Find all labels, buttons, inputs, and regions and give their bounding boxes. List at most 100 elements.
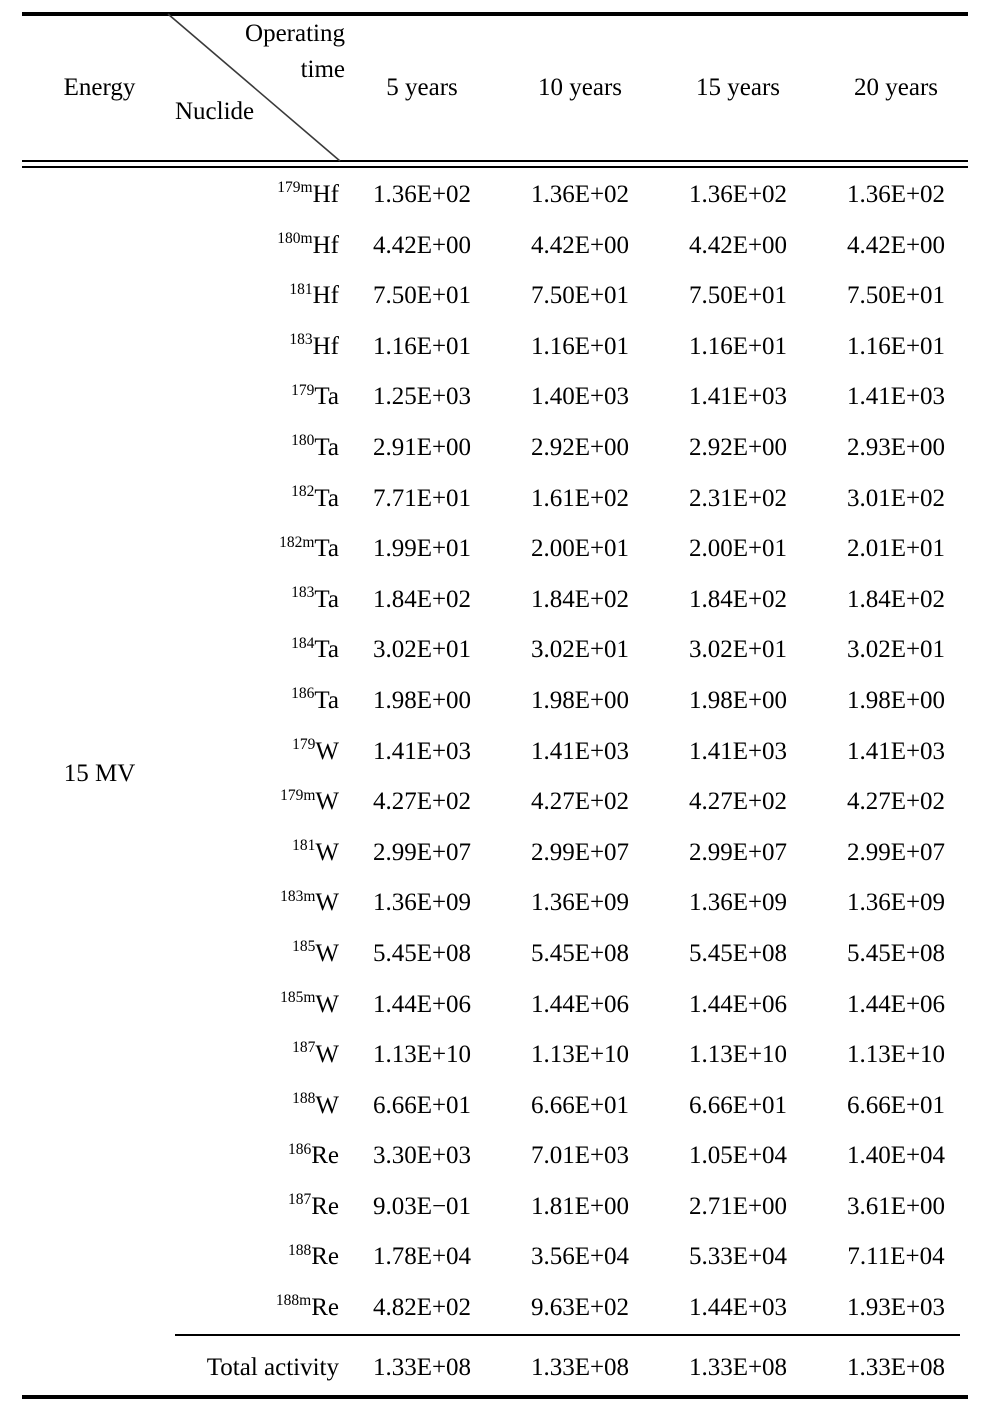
nuclide-element-symbol: Re <box>311 1142 339 1170</box>
activity-value-20y: 5.45E+08 <box>846 939 946 967</box>
activity-value-15y: 2.71E+00 <box>688 1192 788 1220</box>
activity-table: Energy Operating time Nuclide 5 years 10… <box>0 0 990 1413</box>
activity-value-20y: 1.36E+02 <box>846 181 946 208</box>
activity-value-10y: 1.36E+09 <box>530 889 630 917</box>
activity-value-20y: 2.99E+07 <box>846 838 946 866</box>
table-body: 179mHf 1.36E+02 1.36E+02 1.36E+02 1.36E+02 18… <box>0 170 990 1334</box>
activity-value-10y: 1.84E+02 <box>530 585 630 613</box>
activity-value-5y: 1.99E+01 <box>372 535 472 563</box>
table-row: 186Ta 1.98E+00 1.98E+00 1.98E+00 1.98E+00 <box>0 676 990 727</box>
header-column-20-years: 20 years <box>854 74 938 101</box>
activity-value-15y: 5.33E+04 <box>688 1243 788 1271</box>
nuclide-element-symbol: Ta <box>314 433 339 461</box>
total-activity-value-20y: 1.33E+08 <box>846 1354 946 1381</box>
activity-value-20y: 3.02E+01 <box>846 636 946 664</box>
activity-value-10y: 6.66E+01 <box>530 1091 630 1119</box>
nuclide-mass-number: 180 <box>291 432 315 450</box>
nuclide-element-symbol: Hf <box>312 181 339 208</box>
activity-value-20y: 1.41E+03 <box>846 383 946 411</box>
activity-value-10y: 1.41E+03 <box>530 737 630 765</box>
table-header: Energy Operating time Nuclide 5 years 10… <box>0 0 990 160</box>
nuclide-mass-number: 184 <box>291 634 315 652</box>
activity-value-10y: 7.50E+01 <box>530 282 630 310</box>
table-row: 182mTa 1.99E+01 2.00E+01 2.00E+01 2.01E+01 <box>0 524 990 575</box>
nuclide-mass-number: 186 <box>291 685 315 703</box>
nuclide-label: 183Ta <box>175 575 339 626</box>
activity-value-15y: 1.44E+03 <box>688 1294 788 1322</box>
nuclide-mass-number: 183 <box>289 331 313 349</box>
header-column-15-years: 15 years <box>696 74 780 101</box>
table-row: 188W 6.66E+01 6.66E+01 6.66E+01 6.66E+01 <box>0 1081 990 1132</box>
nuclide-mass-number: 181 <box>292 837 316 855</box>
nuclide-element-symbol: W <box>315 889 339 917</box>
activity-value-5y: 3.02E+01 <box>372 636 472 664</box>
activity-value-15y: 1.84E+02 <box>688 585 788 613</box>
table-row: 180mHf 4.42E+00 4.42E+00 4.42E+00 4.42E+00 <box>0 221 990 272</box>
header-rule-lower <box>22 166 968 168</box>
nuclide-element-symbol: Ta <box>314 484 339 512</box>
nuclide-element-symbol: W <box>315 1041 339 1069</box>
activity-value-15y: 6.66E+01 <box>688 1091 788 1119</box>
activity-value-15y: 2.92E+00 <box>688 433 788 461</box>
activity-value-20y: 1.41E+03 <box>846 737 946 765</box>
activity-value-5y: 7.71E+01 <box>372 484 472 512</box>
activity-value-10y: 1.40E+03 <box>530 383 630 411</box>
nuclide-label: 184Ta <box>175 625 339 676</box>
nuclide-label: 187W <box>175 1030 339 1081</box>
nuclide-mass-number: 179 <box>292 735 316 753</box>
nuclide-mass-number: 185m <box>280 988 316 1006</box>
activity-value-5y: 1.13E+10 <box>372 1041 472 1069</box>
table-row: 183Hf 1.16E+01 1.16E+01 1.16E+01 1.16E+01 <box>0 322 990 373</box>
table-row: 184Ta 3.02E+01 3.02E+01 3.02E+01 3.02E+01 <box>0 625 990 676</box>
nuclide-label: 183Hf <box>175 322 339 373</box>
nuclide-label: 179Ta <box>175 372 339 423</box>
header-column-5-years: 5 years <box>386 74 458 101</box>
nuclide-mass-number: 180m <box>277 229 313 247</box>
activity-value-20y: 4.42E+00 <box>846 231 946 259</box>
total-activity-row: Total activity 1.33E+08 1.33E+08 1.33E+0… <box>0 1344 990 1392</box>
activity-value-15y: 2.31E+02 <box>688 484 788 512</box>
activity-value-5y: 1.36E+09 <box>372 889 472 917</box>
activity-value-5y: 4.27E+02 <box>372 788 472 816</box>
activity-value-20y: 1.16E+01 <box>846 332 946 360</box>
total-activity-label: Total activity <box>206 1354 339 1381</box>
activity-value-10y: 1.44E+06 <box>530 990 630 1018</box>
activity-value-15y: 4.42E+00 <box>688 231 788 259</box>
table-row: 179Ta 1.25E+03 1.40E+03 1.41E+03 1.41E+03 <box>0 372 990 423</box>
activity-value-20y: 1.93E+03 <box>846 1294 946 1322</box>
table-row: 180Ta 2.91E+00 2.92E+00 2.92E+00 2.93E+00 <box>0 423 990 474</box>
nuclide-label: 179mHf <box>175 170 339 221</box>
total-activity-value-5y: 1.33E+08 <box>372 1354 472 1381</box>
activity-value-5y: 2.91E+00 <box>372 433 472 461</box>
nuclide-label: 180mHf <box>175 221 339 272</box>
activity-value-20y: 1.84E+02 <box>846 585 946 613</box>
activity-value-20y: 7.50E+01 <box>846 282 946 310</box>
table-row: 187W 1.13E+10 1.13E+10 1.13E+10 1.13E+10 <box>0 1030 990 1081</box>
nuclide-element-symbol: W <box>315 838 339 866</box>
activity-value-10y: 2.99E+07 <box>530 838 630 866</box>
nuclide-label: 187Re <box>175 1182 339 1233</box>
activity-value-10y: 7.01E+03 <box>530 1142 630 1170</box>
activity-value-15y: 5.45E+08 <box>688 939 788 967</box>
activity-value-10y: 3.02E+01 <box>530 636 630 664</box>
table-row: 183Ta 1.84E+02 1.84E+02 1.84E+02 1.84E+02 <box>0 575 990 626</box>
activity-value-15y: 3.02E+01 <box>688 636 788 664</box>
nuclide-element-symbol: Ta <box>314 585 339 613</box>
activity-value-15y: 1.44E+06 <box>688 990 788 1018</box>
activity-value-5y: 1.44E+06 <box>372 990 472 1018</box>
activity-value-10y: 9.63E+02 <box>530 1294 630 1322</box>
activity-value-5y: 1.41E+03 <box>372 737 472 765</box>
nuclide-element-symbol: Re <box>311 1294 339 1322</box>
activity-value-5y: 7.50E+01 <box>372 282 472 310</box>
nuclide-label: 181Hf <box>175 271 339 322</box>
activity-value-10y: 1.13E+10 <box>530 1041 630 1069</box>
activity-value-5y: 4.82E+02 <box>372 1294 472 1322</box>
activity-value-10y: 2.92E+00 <box>530 433 630 461</box>
activity-value-5y: 2.99E+07 <box>372 838 472 866</box>
table-row: 182Ta 7.71E+01 1.61E+02 2.31E+02 3.01E+02 <box>0 474 990 525</box>
activity-value-20y: 3.61E+00 <box>846 1192 946 1220</box>
nuclide-label: 182mTa <box>175 524 339 575</box>
nuclide-mass-number: 187 <box>292 1039 316 1057</box>
activity-value-15y: 1.41E+03 <box>688 383 788 411</box>
table-row: 181W 2.99E+07 2.99E+07 2.99E+07 2.99E+07 <box>0 828 990 879</box>
